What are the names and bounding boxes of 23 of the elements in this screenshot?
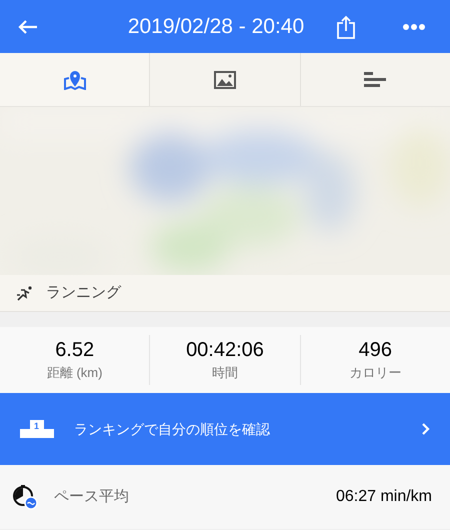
podium-icon: [20, 420, 54, 438]
stat-label: カロリー: [349, 365, 402, 382]
ranking-banner[interactable]: 1 ランキングで自分の順位を確認: [0, 393, 450, 465]
stat-value: 496: [358, 338, 392, 364]
podium-rank: 1: [34, 422, 40, 431]
window-title: 2019/02/28 - 20:40: [128, 14, 304, 40]
map-pin-icon: [62, 70, 87, 90]
runner-icon: [16, 285, 34, 301]
more-icon: [403, 24, 425, 30]
metric-label: ペース平均: [54, 486, 130, 507]
stat-label: 距離 (km): [46, 365, 102, 382]
image-icon: [214, 70, 236, 88]
chevron-right-icon: [422, 423, 430, 435]
stat-label: 時間: [212, 365, 238, 382]
activity-label: ランニング: [46, 282, 121, 303]
stat-value: 00:42:06: [186, 338, 264, 364]
back-arrow-icon: [18, 20, 38, 34]
ranking-text: ランキングで自分の順位を確認: [74, 420, 271, 438]
bar-chart-icon: [364, 70, 386, 88]
share-icon: [336, 14, 356, 38]
stat-value: 6.52: [55, 338, 94, 364]
stopwatch-icon: [12, 484, 38, 510]
metric-value: 06:27 min/km: [336, 487, 432, 507]
